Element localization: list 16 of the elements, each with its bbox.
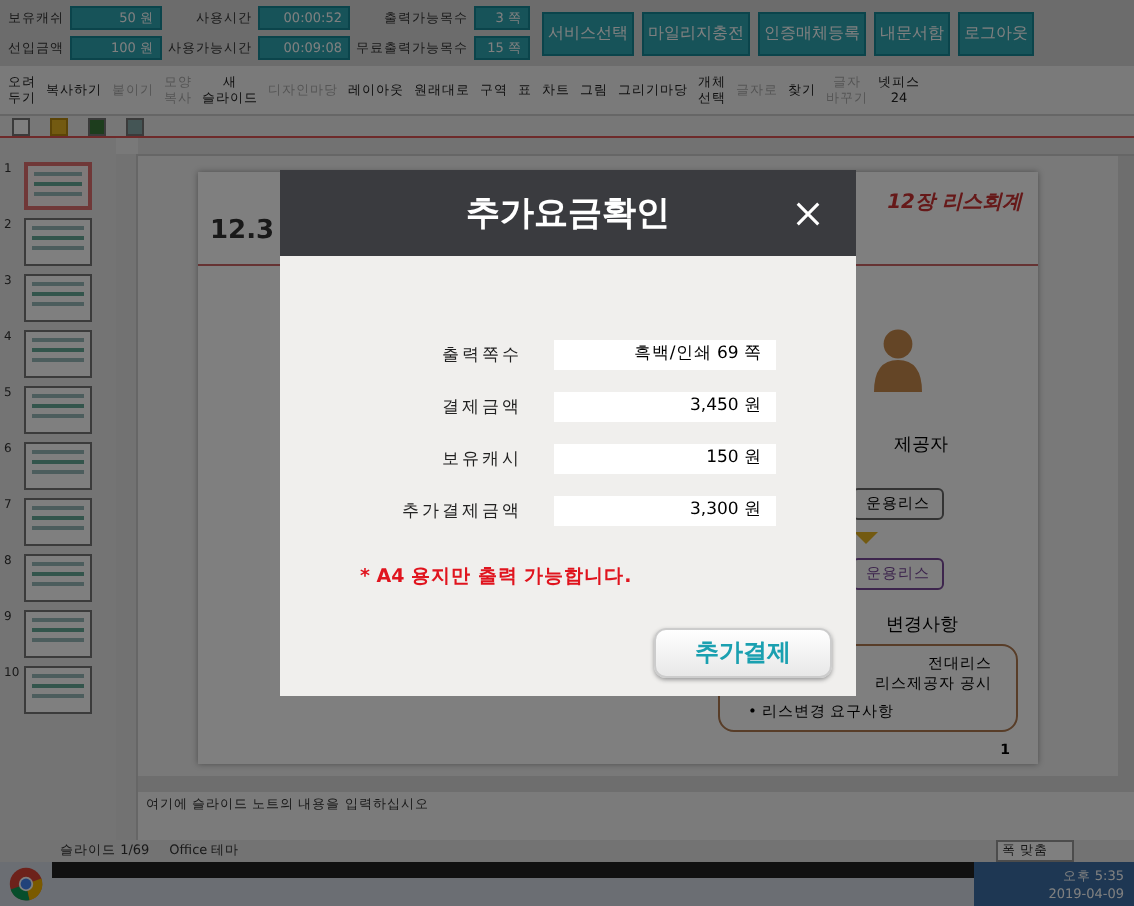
slide-title: 12.3 xyxy=(210,216,275,246)
menu-button[interactable]: 로그아웃 xyxy=(958,11,1034,55)
value-field: 3,450 원 xyxy=(554,392,776,422)
field-label: 결제금액 xyxy=(442,395,522,419)
field-label: 추가결제금액 xyxy=(402,499,522,523)
value-field: 흑백/인쇄 69 쪽 xyxy=(554,340,776,370)
dialog-title: 추가요금확인 xyxy=(466,192,670,236)
pay-button[interactable]: 추가결제 xyxy=(654,628,832,678)
value-field: 3,300 원 xyxy=(554,496,776,526)
notice-text: * A4 용지만 출력 가능합니다. xyxy=(360,564,634,590)
slide-text: 변경사항 xyxy=(886,614,958,638)
field-label: 보유캐시 xyxy=(442,447,522,471)
slide-text: 제공자 xyxy=(894,434,948,458)
value-field: 150 원 xyxy=(554,444,776,474)
field-label: 출력쪽수 xyxy=(442,343,522,367)
chapter-title: 12장 리스회계 xyxy=(887,190,1022,216)
